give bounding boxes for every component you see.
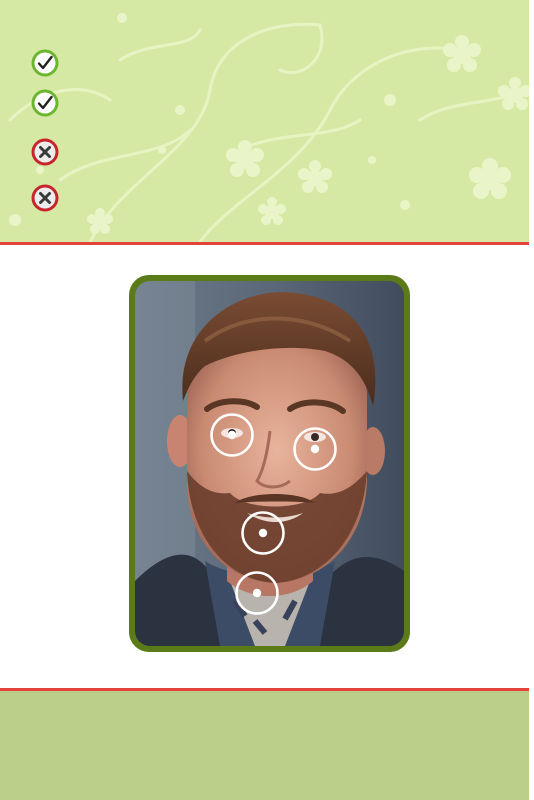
footer-panel <box>0 691 529 800</box>
check-icon <box>31 89 59 117</box>
landmark-ring-icon <box>293 427 337 471</box>
landmark-chin[interactable] <box>234 570 280 616</box>
landmark-left-eye[interactable] <box>209 412 255 458</box>
checklist-item-3[interactable] <box>30 137 64 167</box>
checklist-item-1[interactable] <box>30 48 64 78</box>
landmark-right-eye[interactable] <box>292 426 338 472</box>
landmark-nose[interactable] <box>240 510 286 556</box>
cross-icon <box>31 184 59 212</box>
window-edge <box>529 0 534 800</box>
landmark-ring-icon <box>235 571 279 615</box>
check-icon <box>31 49 59 77</box>
photo-frame <box>129 275 410 652</box>
cross-icon <box>31 138 59 166</box>
app-screen <box>0 0 529 800</box>
divider-top <box>0 242 529 245</box>
landmark-ring-icon <box>241 511 285 555</box>
floral-pattern <box>8 13 529 242</box>
landmark-ring-icon <box>210 413 254 457</box>
header-panel <box>0 0 529 242</box>
checklist-item-4[interactable] <box>30 183 64 213</box>
checklist-item-2[interactable] <box>30 88 64 118</box>
